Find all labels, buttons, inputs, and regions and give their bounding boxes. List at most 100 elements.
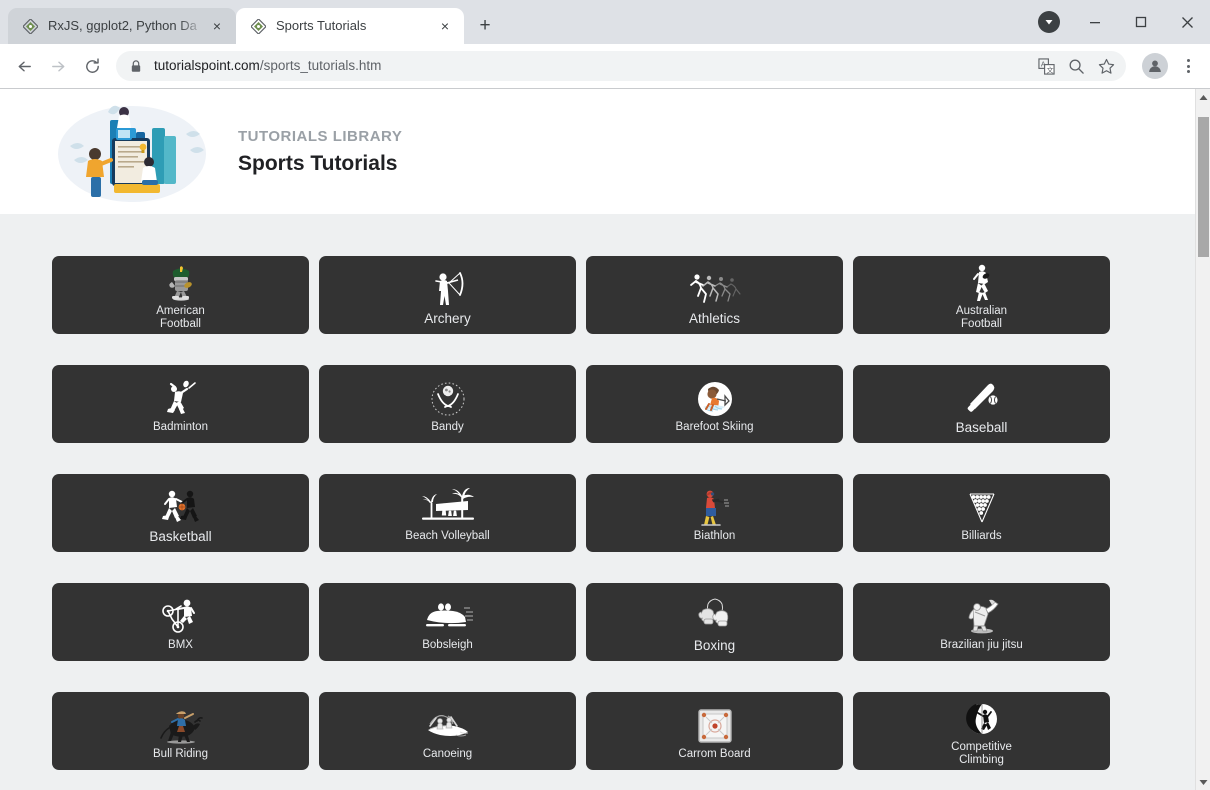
tile-label: Canoeing (422, 747, 473, 760)
tile-label: Basketball (149, 528, 212, 544)
tutorialspoint-favicon (250, 18, 266, 34)
scrollbar-thumb[interactable] (1198, 117, 1209, 257)
tile-canoeing[interactable]: Canoeing (319, 692, 576, 770)
tab-strip: RxJS, ggplot2, Python Da × Sports Tutori… (0, 0, 1210, 44)
tile-label: Bull Riding (153, 747, 208, 760)
tile-label: Carrom Board (678, 747, 751, 760)
browser-window: RxJS, ggplot2, Python Da × Sports Tutori… (0, 0, 1210, 790)
tutorialspoint-favicon (22, 18, 38, 34)
beach-volleyball-icon (420, 487, 476, 528)
tile-competitive-climbing[interactable]: Competitive Climbing (853, 692, 1110, 770)
lock-icon (130, 59, 142, 73)
tile-boxing[interactable]: Boxing (586, 583, 843, 661)
translate-icon[interactable]: A 文 (1032, 52, 1060, 80)
tile-american-football[interactable]: American Football (52, 256, 309, 334)
tile-label: Boxing (693, 637, 736, 653)
page-title: Sports Tutorials (238, 151, 398, 175)
tile-archery[interactable]: Archery (319, 256, 576, 334)
close-icon[interactable] (1164, 2, 1210, 42)
tile-label: Archery (424, 310, 471, 326)
biathlon-icon (694, 488, 736, 528)
tile-badminton[interactable]: Badminton (52, 365, 309, 443)
forward-arrow-icon[interactable] (42, 50, 74, 82)
new-tab-button[interactable]: + (470, 11, 500, 41)
star-icon[interactable] (1092, 52, 1120, 80)
badminton-icon (162, 379, 200, 419)
tile-label: Competitive Climbing (951, 741, 1012, 766)
tile-label: Australian Football (955, 305, 1008, 330)
maximize-icon[interactable] (1118, 2, 1164, 42)
tile-australian-football[interactable]: Australian Football (853, 256, 1110, 334)
tile-baseball[interactable]: Baseball (853, 365, 1110, 443)
browser-tab-0[interactable]: RxJS, ggplot2, Python Da × (8, 8, 236, 44)
bmx-icon (159, 597, 203, 637)
tile-label: Athletics (688, 310, 741, 326)
billiards-icon (962, 488, 1002, 528)
downloads-icon[interactable] (1026, 2, 1072, 42)
minimize-icon[interactable] (1072, 2, 1118, 42)
tile-label: Barefoot Skiing (675, 420, 754, 433)
browser-toolbar: tutorialspoint.com/sports_tutorials.htm … (0, 44, 1210, 88)
scroll-up-arrow-icon[interactable] (1196, 89, 1210, 105)
basketball-icon (158, 488, 204, 528)
reload-icon[interactable] (76, 50, 108, 82)
tile-beach-volleyball[interactable]: Beach Volleyball (319, 474, 576, 552)
bobsleigh-icon (422, 597, 474, 637)
tile-bobsleigh[interactable]: Bobsleigh (319, 583, 576, 661)
profile-avatar[interactable] (1142, 53, 1168, 79)
tile-label: Badminton (153, 420, 208, 433)
baseball-icon (962, 379, 1002, 419)
tile-brazilian-jiu-jitsu[interactable]: Brazilian jiu jitsu (853, 583, 1110, 661)
url-path: /sports_tutorials.htm (259, 58, 382, 73)
url-host: tutorialspoint.com (154, 58, 260, 73)
three-dot-menu-icon[interactable] (1174, 52, 1202, 80)
omnibox-actions: A 文 (1032, 52, 1120, 80)
tile-label: Bobsleigh (422, 638, 473, 651)
breadcrumb-kicker: TUTORIALS LIBRARY (238, 127, 403, 145)
american-football-icon (161, 263, 201, 303)
tile-bandy[interactable]: Bandy (319, 365, 576, 443)
url-text: tutorialspoint.com/sports_tutorials.htm (154, 58, 1032, 74)
page-header-text: TUTORIALS LIBRARY Sports Tutorials (238, 128, 402, 176)
window-controls (1026, 0, 1210, 44)
web-page: TUTORIALS LIBRARY Sports Tutorials Ameri… (0, 89, 1195, 790)
tile-bull-riding[interactable]: Bull Riding (52, 692, 309, 770)
tile-basketball[interactable]: Basketball (52, 474, 309, 552)
bull-riding-icon (159, 706, 203, 746)
scroll-down-arrow-icon[interactable] (1196, 774, 1210, 790)
tab-close-button[interactable]: × (208, 17, 226, 35)
archery-icon (428, 270, 468, 310)
tile-barefoot-skiing[interactable]: Barefoot Skiing (586, 365, 843, 443)
tile-label: Billiards (961, 529, 1002, 542)
page-viewport: TUTORIALS LIBRARY Sports Tutorials Ameri… (0, 88, 1210, 790)
athletics-icon (688, 270, 742, 310)
back-arrow-icon[interactable] (8, 50, 40, 82)
tile-label: Baseball (955, 419, 1008, 435)
competitive-climbing-icon (963, 699, 1001, 739)
tile-athletics[interactable]: Athletics (586, 256, 843, 334)
browser-tab-1[interactable]: Sports Tutorials × (236, 8, 464, 44)
page-header: TUTORIALS LIBRARY Sports Tutorials (0, 89, 1195, 214)
tab-title: Sports Tutorials (276, 18, 367, 33)
tile-bmx[interactable]: BMX (52, 583, 309, 661)
tile-biathlon[interactable]: Biathlon (586, 474, 843, 552)
tile-billiards[interactable]: Billiards (853, 474, 1110, 552)
tile-label: Bandy (431, 420, 464, 433)
tile-carrom-board[interactable]: Carrom Board (586, 692, 843, 770)
page-scrollbar[interactable] (1195, 89, 1210, 790)
address-bar[interactable]: tutorialspoint.com/sports_tutorials.htm … (116, 51, 1126, 81)
tile-label: American Football (156, 305, 205, 330)
carrom-board-icon (696, 706, 734, 746)
brazilian-jiu-jitsu-icon (959, 597, 1005, 637)
tab-close-button[interactable]: × (436, 17, 454, 35)
tile-label: BMX (168, 638, 193, 651)
tile-label: Brazilian jiu jitsu (940, 638, 1023, 651)
tile-label: Beach Volleyball (405, 529, 490, 542)
tutorials-library-illustration (52, 98, 212, 206)
bandy-icon (429, 379, 467, 419)
boxing-icon (695, 597, 735, 637)
tile-label: Biathlon (693, 529, 736, 542)
canoeing-icon (422, 706, 474, 746)
svg-text:文: 文 (1046, 65, 1053, 74)
zoom-search-icon[interactable] (1062, 52, 1090, 80)
